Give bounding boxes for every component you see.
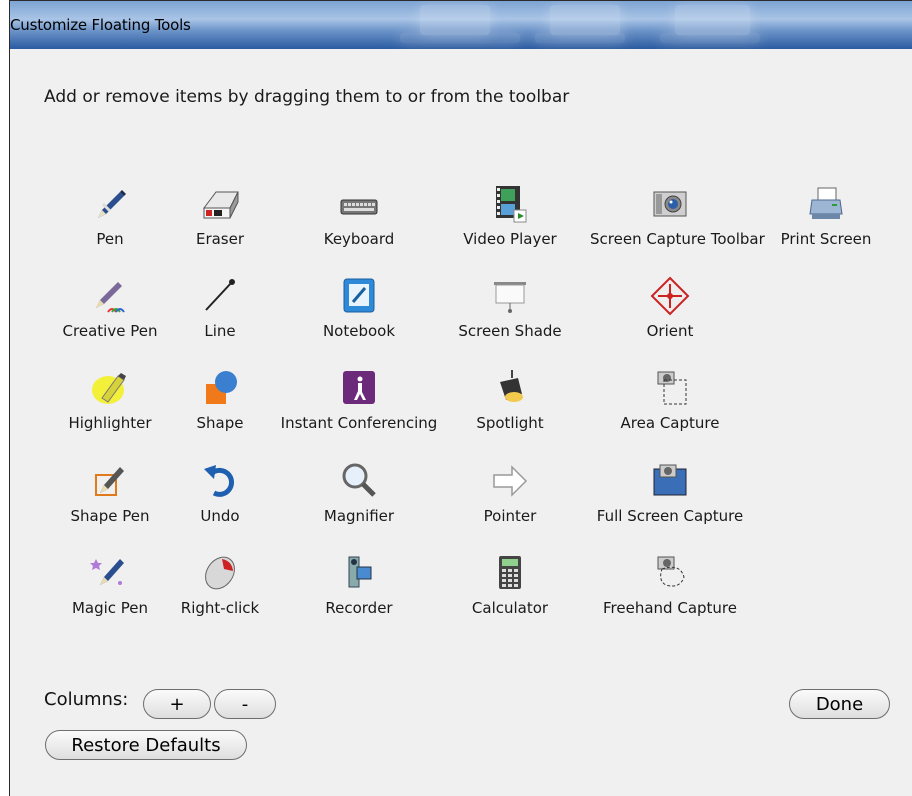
tool-orient[interactable]: Orient bbox=[590, 276, 750, 340]
notebook-icon bbox=[343, 278, 375, 313]
tool-keyboard[interactable]: Keyboard bbox=[279, 184, 439, 248]
columns-decrease-button[interactable]: - bbox=[214, 689, 276, 719]
tool-screen-shade[interactable]: Screen Shade bbox=[430, 276, 590, 340]
mouse-icon bbox=[205, 556, 235, 590]
done-button[interactable]: Done bbox=[789, 689, 890, 719]
title-bar[interactable]: Customize Floating Tools bbox=[10, 1, 912, 49]
eraser-icon bbox=[203, 191, 239, 219]
instruction-text: Add or remove items by dragging them to … bbox=[44, 87, 570, 107]
tool-label: Right-click bbox=[180, 599, 260, 617]
tool-label: Notebook bbox=[322, 322, 396, 340]
tool-label: Screen Shade bbox=[458, 322, 562, 340]
tool-label: Pointer bbox=[483, 507, 537, 525]
tool-magnifier[interactable]: Magnifier bbox=[279, 461, 439, 525]
video-player-icon bbox=[496, 186, 527, 223]
tool-label: Magnifier bbox=[323, 507, 395, 525]
undo-icon bbox=[204, 465, 234, 497]
tool-label: Screen Capture Toolbar bbox=[590, 230, 765, 248]
tool-label: Video Player bbox=[463, 230, 557, 248]
restore-defaults-button[interactable]: Restore Defaults bbox=[45, 730, 247, 760]
tool-label: Print Screen bbox=[780, 230, 872, 248]
magic-pen-icon bbox=[90, 559, 124, 585]
recorder-icon bbox=[348, 556, 372, 588]
area-capture-icon bbox=[657, 371, 687, 405]
tool-label: Full Screen Capture bbox=[596, 507, 744, 525]
tool-label: Orient bbox=[646, 322, 694, 340]
tool-freehand-capture[interactable]: Freehand Capture bbox=[590, 553, 750, 617]
tool-label: Line bbox=[204, 322, 236, 340]
tool-label: Calculator bbox=[471, 599, 549, 617]
tool-right-click[interactable]: Right-click bbox=[140, 553, 300, 617]
tool-label: Instant Conferencing bbox=[280, 414, 438, 432]
tool-eraser[interactable]: Eraser bbox=[140, 184, 300, 248]
columns-increase-button[interactable]: + bbox=[143, 689, 211, 719]
tool-label: Recorder bbox=[325, 599, 393, 617]
customize-floating-tools-dialog: Customize Floating Tools Add or remove i… bbox=[9, 0, 912, 796]
creative-pen-icon bbox=[96, 282, 125, 313]
tool-area-capture[interactable]: Area Capture bbox=[590, 368, 750, 432]
tool-undo[interactable]: Undo bbox=[140, 461, 300, 525]
tool-instant-conferencing[interactable]: Instant Conferencing bbox=[279, 368, 439, 432]
screen-shade-icon bbox=[494, 282, 526, 313]
full-screen-capture-icon bbox=[653, 464, 687, 496]
shape-icon bbox=[206, 371, 237, 404]
tool-label: Keyboard bbox=[323, 230, 395, 248]
pen-icon bbox=[98, 190, 126, 218]
spotlight-icon bbox=[500, 370, 523, 402]
camera-icon bbox=[653, 191, 687, 217]
pointer-arrow-icon bbox=[493, 465, 528, 497]
tool-label: Shape bbox=[196, 414, 244, 432]
shape-pen-icon bbox=[95, 467, 124, 496]
tool-calculator[interactable]: Calculator bbox=[430, 553, 590, 617]
window-title: Customize Floating Tools bbox=[10, 16, 191, 34]
keyboard-icon bbox=[340, 199, 378, 215]
tool-recorder[interactable]: Recorder bbox=[279, 553, 439, 617]
tool-full-screen-capture[interactable]: Full Screen Capture bbox=[590, 461, 750, 525]
tool-video-player[interactable]: Video Player bbox=[430, 184, 590, 248]
tool-pointer[interactable]: Pointer bbox=[430, 461, 590, 525]
tool-label: Spotlight bbox=[476, 414, 544, 432]
calculator-icon bbox=[499, 556, 521, 589]
tool-spotlight[interactable]: Spotlight bbox=[430, 368, 590, 432]
line-icon bbox=[205, 279, 235, 311]
tool-shape[interactable]: Shape bbox=[140, 368, 300, 432]
magnifier-icon bbox=[342, 463, 376, 497]
tool-notebook[interactable]: Notebook bbox=[279, 276, 439, 340]
tool-label: Freehand Capture bbox=[603, 599, 737, 617]
printer-icon bbox=[809, 187, 843, 219]
tool-label: Eraser bbox=[195, 230, 245, 248]
orient-icon bbox=[650, 276, 690, 316]
tool-print-screen[interactable]: Print Screen bbox=[746, 184, 906, 248]
tool-screen-capture-toolbar[interactable]: Screen Capture Toolbar bbox=[590, 184, 765, 248]
freehand-capture-icon bbox=[657, 556, 685, 587]
columns-label: Columns: bbox=[44, 689, 129, 710]
tool-label: Area Capture bbox=[620, 414, 720, 432]
tool-label: Undo bbox=[200, 507, 240, 525]
tool-line[interactable]: Line bbox=[140, 276, 300, 340]
instant-conferencing-icon bbox=[343, 371, 375, 404]
highlighter-icon bbox=[92, 373, 126, 404]
